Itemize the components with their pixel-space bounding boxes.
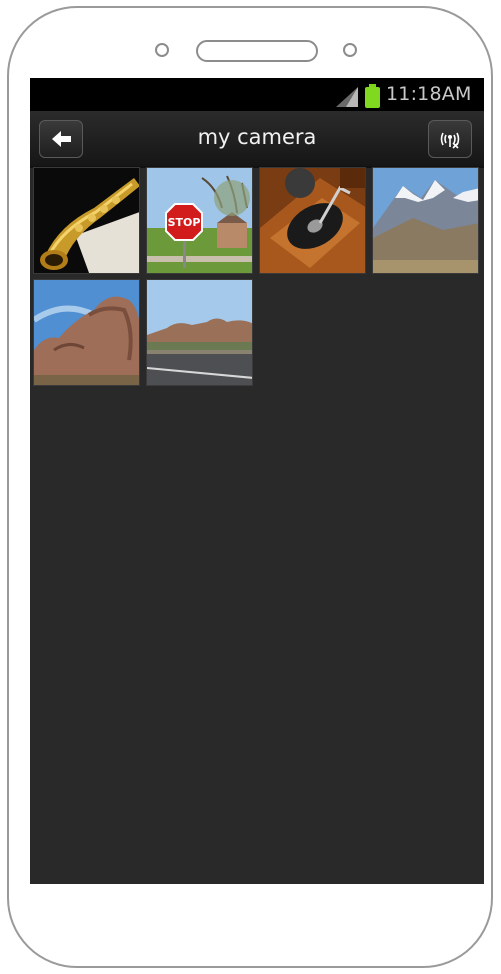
front-camera-dot <box>155 43 169 57</box>
photo-thumbnail-mountains[interactable] <box>372 167 479 274</box>
photo-thumbnail-gramophone[interactable] <box>259 167 366 274</box>
photo-thumbnail-rock-formation[interactable] <box>33 279 140 386</box>
wireless-signal-icon <box>440 132 460 149</box>
wireless-button[interactable] <box>428 120 472 158</box>
speaker-grille <box>196 40 318 62</box>
stop-sign-text: STOP <box>168 216 201 229</box>
battery-icon <box>365 84 380 108</box>
photo-thumbnail-stop-sign[interactable]: STOP <box>146 167 253 274</box>
cell-signal-strength-icon <box>346 87 358 107</box>
sensor-dot <box>343 43 357 57</box>
status-bar: 11:18AM <box>30 78 484 111</box>
photo-thumbnail-saxophone[interactable] <box>33 167 140 274</box>
screen: 11:18AM my camera STOP <box>30 78 484 884</box>
page-title: my camera <box>197 125 317 149</box>
action-bar: my camera <box>30 111 484 168</box>
status-time: 11:18AM <box>386 83 472 105</box>
photo-thumbnail-desert-road[interactable] <box>146 279 253 386</box>
